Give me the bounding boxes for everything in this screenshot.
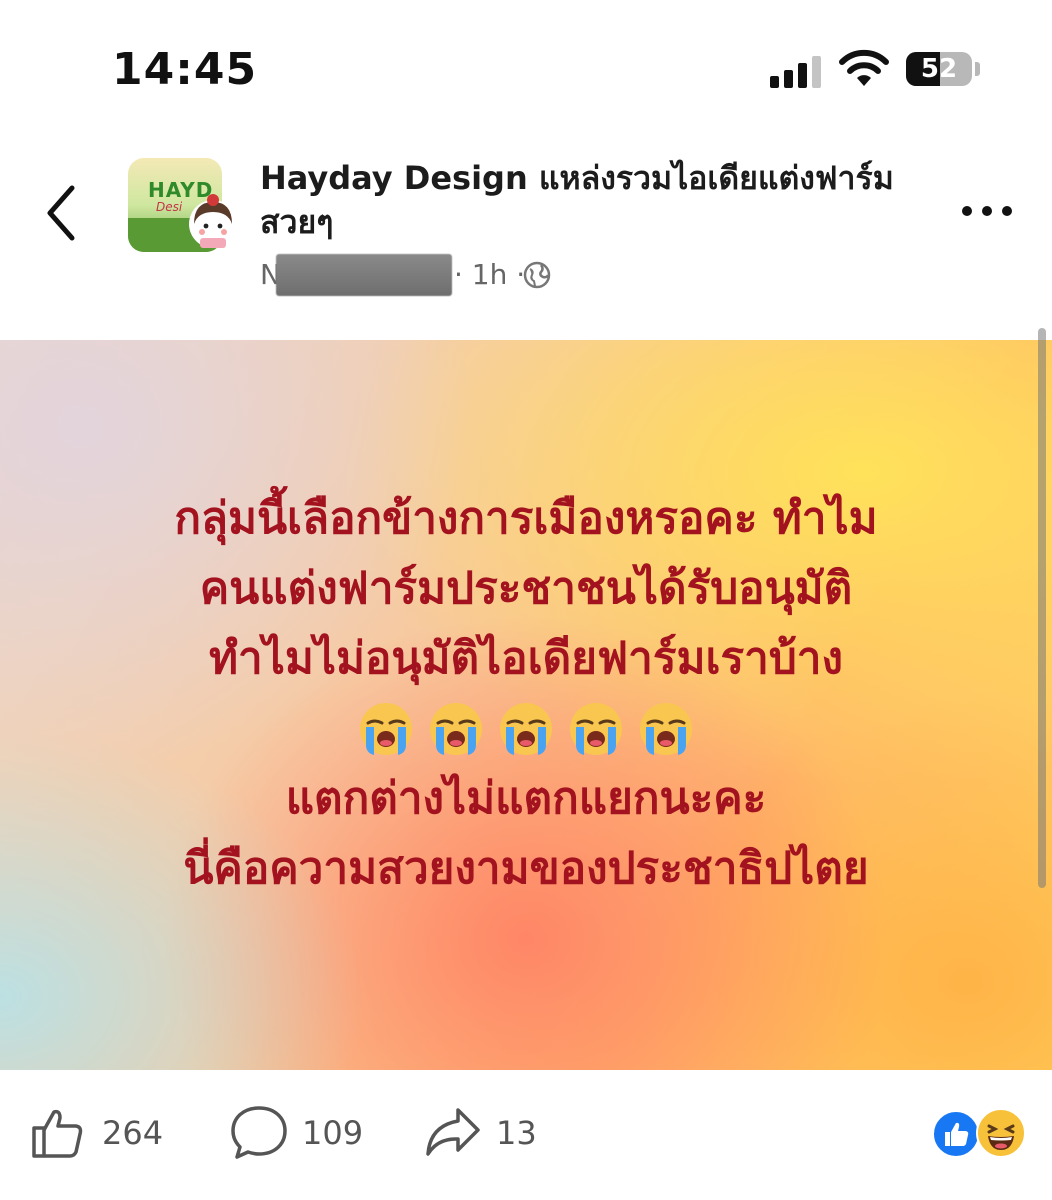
group-name[interactable]: Hayday Design แหล่งรวมไอเดียแต่งฟาร์มสวย… [260,156,920,244]
status-bar: 14:45 52 [0,0,1052,120]
share-count: 13 [496,1114,537,1152]
like-count: 264 [102,1114,164,1152]
reaction-summary[interactable] [932,1108,1026,1158]
loudly-crying-face-emoji [500,703,552,755]
battery-nub [975,62,980,76]
scrollbar[interactable] [1038,328,1046,888]
status-time: 14:45 [112,44,258,95]
action-bar: 264 109 13 [0,1070,1052,1200]
post-time[interactable]: · 1h · [454,258,525,291]
emoji-row [40,694,1012,764]
battery-level: 52 [920,54,958,84]
globe-icon [523,261,551,289]
post-line: คนแต่งฟาร์มประชาชนได้รับอนุมัติ [199,563,853,614]
cellular-signal-icon [770,54,826,88]
haha-reaction-icon [976,1108,1026,1158]
battery-icon: 52 [906,52,972,86]
comment-icon [231,1106,287,1159]
post-body: กลุ่มนี้เลือกข้างการเมืองหรอคะ ทำไม คนแต… [40,484,1012,904]
post-line: ทำไมไม่อนุมัติไอเดียฟาร์มเราบ้าง [208,633,843,684]
loudly-crying-face-emoji [570,703,622,755]
loudly-crying-face-emoji [640,703,692,755]
wifi-icon [839,49,889,86]
user-avatar[interactable] [188,190,238,250]
facebook-post-screen: 14:45 52 HAYD Desi Hayday Design แหล่งรว… [0,0,1052,1200]
like-reaction-icon [932,1110,980,1158]
like-button[interactable]: 264 [30,1104,180,1160]
comment-button[interactable]: 109 [230,1104,380,1160]
post-line: กลุ่มนี้เลือกข้างการเมืองหรอคะ ทำไม [174,493,878,544]
post-line: แตกต่างไม่แตกแยกนะคะ [285,773,767,824]
back-chevron-icon[interactable] [38,178,88,248]
avatar-subtitle: Desi [156,200,183,214]
share-button[interactable]: 13 [424,1104,554,1160]
share-arrow-icon [426,1108,480,1156]
loudly-crying-face-emoji [430,703,482,755]
loudly-crying-face-emoji [360,703,412,755]
more-options-icon[interactable] [958,196,1016,226]
post-line: นี่คือความสวยงามของประชาธิปไตย [183,843,869,894]
redacted-author-name [276,254,452,296]
comment-count: 109 [302,1114,364,1152]
thumbs-up-icon [32,1109,83,1158]
